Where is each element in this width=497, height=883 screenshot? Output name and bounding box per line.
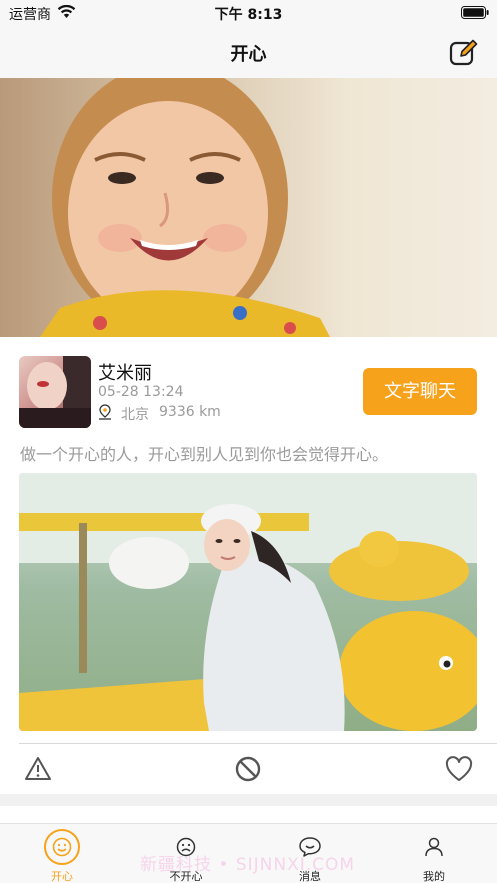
like-heart-button[interactable] <box>444 755 474 783</box>
tab-bar: 开心 不开心 消息 我的 新疆科技 • SIJNNXI.COM <box>0 823 497 883</box>
location-city: 北京 <box>121 407 149 423</box>
tab-happy[interactable]: 开心 <box>0 824 124 883</box>
status-bar: 运营商 下午 8:13 <box>0 0 497 26</box>
status-time: 下午 8:13 <box>214 7 283 23</box>
battery-icon <box>461 6 489 19</box>
tab-label: 开心 <box>51 870 73 883</box>
profile-icon <box>425 837 443 857</box>
avatar[interactable] <box>19 356 91 428</box>
nav-bar: 开心 <box>0 26 497 78</box>
avatar-illustration <box>19 356 91 428</box>
location-pin-icon <box>99 404 111 420</box>
watermark-text: 新疆科技 • SIJNNXI.COM <box>140 855 356 875</box>
divider <box>19 743 497 744</box>
post-photo[interactable] <box>19 473 477 731</box>
post-time: 05-28 13:24 <box>98 384 184 400</box>
post-photo-illustration <box>19 473 477 731</box>
username[interactable]: 艾米丽 <box>98 359 152 385</box>
text-chat-button[interactable]: 文字聊天 <box>363 368 477 415</box>
section-separator <box>0 794 497 806</box>
report-button[interactable] <box>24 755 52 783</box>
tab-profile[interactable]: 我的 <box>372 824 496 883</box>
page-title: 开心 <box>230 44 267 65</box>
edit-post-button[interactable] <box>449 38 479 68</box>
smile-icon <box>52 837 72 857</box>
post-text: 做一个开心的人，开心到别人见到你也会觉得开心。 <box>20 445 389 464</box>
hero-photo-illustration <box>40 78 330 337</box>
location-distance: 9336 km <box>159 404 221 420</box>
block-button[interactable] <box>234 755 262 783</box>
hero-banner-image[interactable] <box>0 78 497 337</box>
tab-label: 我的 <box>423 870 445 883</box>
